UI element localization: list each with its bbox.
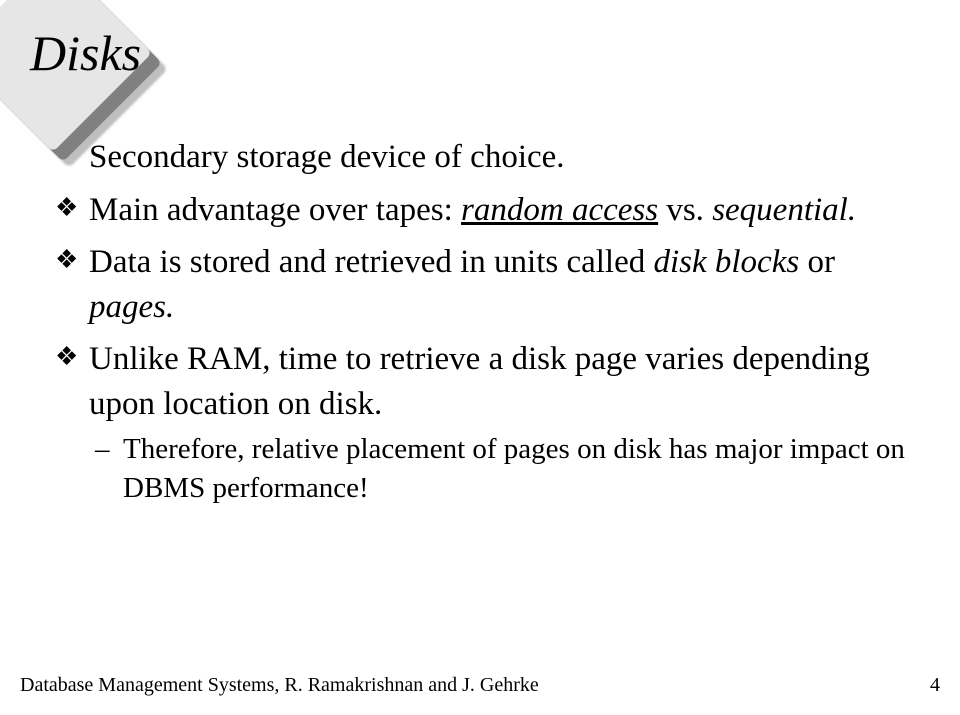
bullet-1: Secondary storage device of choice. — [55, 135, 905, 180]
footer-text: Database Management Systems, R. Ramakris… — [20, 674, 539, 697]
slide-footer: Database Management Systems, R. Ramakris… — [20, 674, 940, 697]
bullet-2-mid: vs. — [658, 192, 712, 228]
sub-bullet-1: Therefore, relative placement of pages o… — [89, 430, 905, 508]
bullet-3-italic2: pages. — [89, 289, 174, 325]
slide: Disks Secondary storage device of choice… — [0, 0, 960, 715]
bullet-list: Secondary storage device of choice. Main… — [55, 135, 905, 509]
bullet-2: Main advantage over tapes: random access… — [55, 188, 905, 233]
bullet-4: Unlike RAM, time to retrieve a disk page… — [55, 337, 905, 508]
bullet-3: Data is stored and retrieved in units ca… — [55, 240, 905, 329]
bullet-2-underline: random access — [461, 192, 658, 228]
bullet-3-pre: Data is stored and retrieved in units ca… — [89, 244, 653, 280]
bullet-2-italic: sequential. — [712, 192, 856, 228]
page-number: 4 — [930, 674, 940, 697]
slide-content: Secondary storage device of choice. Main… — [55, 135, 905, 517]
sub-bullet-1-text: Therefore, relative placement of pages o… — [123, 433, 905, 504]
bullet-3-italic: disk blocks — [653, 244, 799, 280]
bullet-3-mid: or — [799, 244, 835, 280]
slide-title: Disks — [30, 24, 141, 82]
bullet-4-text: Unlike RAM, time to retrieve a disk page… — [89, 341, 870, 422]
sub-bullet-list: Therefore, relative placement of pages o… — [89, 430, 905, 508]
bullet-2-pre: Main advantage over tapes: — [89, 192, 461, 228]
